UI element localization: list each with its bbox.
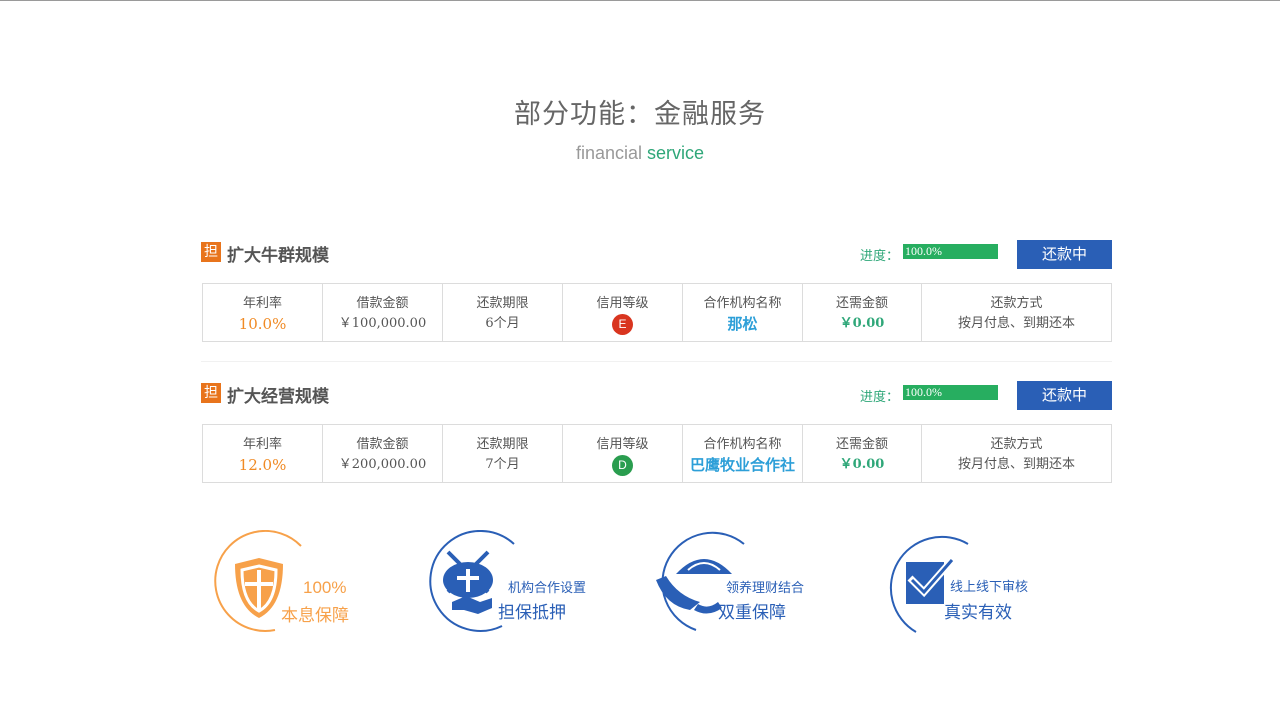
repayment-method-value: 按月付息、到期还本	[957, 316, 1075, 331]
repaying-status-button[interactable]: 还款中	[1017, 240, 1112, 269]
partner-name-link[interactable]: 巴鹰牧业合作社	[683, 457, 802, 473]
section-title: 部分功能：金融服务	[514, 99, 766, 130]
credit-rating-badge: E	[612, 314, 633, 335]
cell-header: 借款金额	[356, 437, 409, 452]
cell-partner-name: 合作机构名称巴鹰牧业合作社	[683, 425, 803, 482]
cell-header: 还款方式	[990, 296, 1043, 311]
progress-bar: 100.0%	[903, 244, 998, 259]
feature-line1: 线上线下审核	[950, 579, 1029, 594]
cell-header: 年利率	[242, 296, 282, 311]
cell-remaining-amount: 还需金额 ￥0.00	[803, 425, 922, 482]
guarantee-tag: 担	[201, 383, 221, 403]
cell-header: 合作机构名称	[703, 296, 782, 311]
loan-amount-value: ￥100,000.00	[338, 316, 427, 331]
loan-title[interactable]: 扩大经营规模	[227, 382, 329, 407]
feature-line1: 100%	[303, 578, 347, 597]
feature-principal-guarantee: 100% 本息保障	[205, 530, 365, 638]
progress-text: 100.0%	[905, 385, 942, 399]
cell-credit-rating: 信用等级 E	[563, 284, 683, 341]
feature-dual-guarantee: 领养理财结合 双重保障	[652, 530, 832, 638]
cell-partner-name: 合作机构名称 那松	[683, 284, 803, 341]
cell-term: 还款期限 7个月	[443, 425, 563, 482]
top-border	[0, 0, 1280, 1]
feature-line2: 真实有效	[944, 603, 1012, 622]
cell-term: 还款期限 6个月	[443, 284, 563, 341]
feature-line2: 担保抵押	[498, 603, 566, 622]
cell-annual-rate: 年利率 12.0%	[203, 425, 323, 482]
term-value: 7个月	[485, 457, 520, 472]
loan-card: 担 扩大经营规模 进度： 100.0% 还款中 年利率 12.0% 借款金额 ￥20…	[201, 381, 1112, 483]
cell-header: 信用等级	[596, 296, 649, 311]
cell-header: 还需金额	[835, 296, 888, 311]
cell-header: 还款期限	[476, 437, 529, 452]
loan-header: 担 扩大经营规模 进度： 100.0% 还款中	[201, 381, 1112, 411]
annual-rate-value: 12.0%	[238, 456, 287, 474]
annual-rate-value: 10.0%	[238, 315, 287, 333]
loan-amount-value: ￥200,000.00	[338, 457, 427, 472]
cell-header: 信用等级	[596, 437, 649, 452]
cell-repayment-method: 还款方式按月付息、到期还本	[922, 425, 1111, 482]
cell-header: 年利率	[242, 437, 282, 452]
progress-label: 进度：	[860, 390, 900, 405]
cell-header: 还需金额	[835, 437, 888, 452]
progress-bar: 100.0%	[903, 385, 998, 400]
feature-verification: 线上线下审核 真实有效	[876, 530, 1046, 638]
repayment-method-value: 按月付息、到期还本	[957, 457, 1075, 472]
remaining-amount-value: ￥0.00	[839, 316, 885, 331]
remaining-amount-value: ￥0.00	[839, 457, 885, 472]
section-heading: 部分功能：金融服务 financial service	[0, 92, 1280, 164]
loan-info-table: 年利率 12.0% 借款金额 ￥200,000.00 还款期限 7个月 信用等级 D 合…	[202, 424, 1112, 483]
guarantee-tag: 担	[201, 242, 221, 262]
subtitle-word-financial: financial	[575, 143, 642, 163]
subtitle-word-service: service	[647, 143, 705, 163]
loan-info-table: 年利率 10.0% 借款金额 ￥100,000.00 还款期限 6个月 信用等级 E 合…	[202, 283, 1112, 342]
cell-header: 借款金额	[356, 296, 409, 311]
progress-text: 100.0%	[905, 244, 942, 258]
term-value: 6个月	[485, 316, 520, 331]
credit-rating-badge: D	[612, 455, 633, 476]
section-subtitle: financial service	[0, 143, 1280, 164]
loan-header: 担 扩大牛群规模 进度： 100.0% 还款中	[201, 240, 1112, 270]
cell-credit-rating: 信用等级 D	[563, 425, 683, 482]
loan-title[interactable]: 扩大牛群规模	[227, 241, 329, 266]
loan-card: 担 扩大牛群规模 进度： 100.0% 还款中 年利率 10.0% 借款金额 ￥10…	[201, 240, 1112, 342]
cell-annual-rate: 年利率 10.0%	[203, 284, 323, 341]
loan-divider	[201, 361, 1112, 362]
feature-institution-guarantee: 机构合作设置 担保抵押	[418, 530, 598, 638]
cell-repayment-method: 还款方式按月付息、到期还本	[922, 284, 1111, 341]
cell-remaining-amount: 还需金额 ￥0.00	[803, 284, 922, 341]
partner-name-link[interactable]: 那松	[683, 316, 802, 332]
feature-line2: 双重保障	[718, 603, 786, 622]
cell-header: 还款方式	[990, 437, 1043, 452]
cell-header: 合作机构名称	[703, 437, 782, 452]
feature-line2: 本息保障	[281, 606, 349, 625]
cell-header: 还款期限	[476, 296, 529, 311]
cell-loan-amount: 借款金额 ￥100,000.00	[323, 284, 443, 341]
feature-line1: 领养理财结合	[726, 580, 805, 595]
repaying-status-button[interactable]: 还款中	[1017, 381, 1112, 410]
cell-loan-amount: 借款金额 ￥200,000.00	[323, 425, 443, 482]
feature-line1: 机构合作设置	[508, 580, 587, 595]
progress-label: 进度：	[860, 249, 900, 264]
